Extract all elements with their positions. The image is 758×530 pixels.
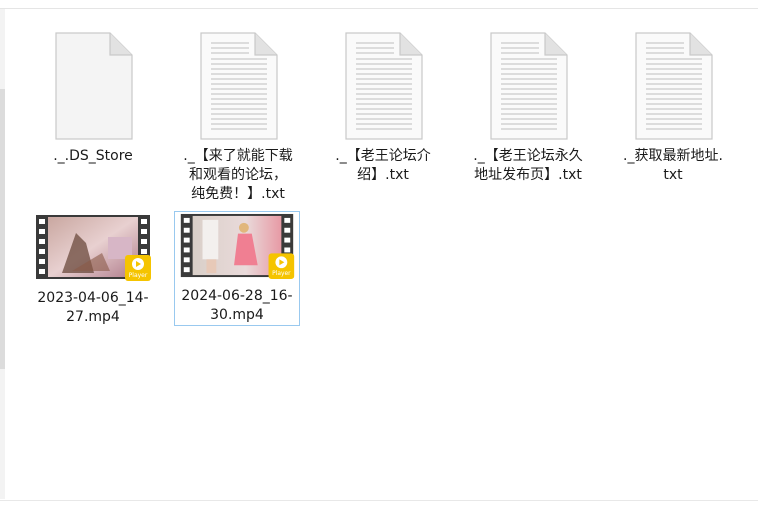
file-name: ._获取最新地址. txt [623,148,723,183]
file-name: 2024-06-28_16- 30.mp4 [181,288,293,323]
video-thumbnail-icon: Player [180,213,295,280]
svg-text:Player: Player [129,272,148,279]
file-item-ds-store[interactable]: ._.DS_Store [30,30,156,167]
text-document-icon [345,32,423,140]
player-badge-icon: Player [125,255,151,281]
file-name: ._【来了就能下载 和观看的论坛， 纯免费！】.txt [183,148,293,202]
blank-document-icon [55,32,133,140]
file-item-video[interactable]: Player 2023-04-06_14- 27.mp4 [30,212,156,328]
text-document-icon [490,32,568,140]
file-grid: ._.DS_Store ._【来了就能下载 和观看的论坛， 纯免费！】.txt [0,0,758,500]
file-item-txt[interactable]: ._【老王论坛介 绍】.txt [320,30,446,186]
text-document-icon [635,32,713,140]
status-bar-edge [0,500,758,530]
file-item-txt[interactable]: ._获取最新地址. txt [610,30,736,186]
video-thumbnail-icon: Player [36,215,151,281]
player-badge-icon: Player [268,253,295,280]
file-item-txt[interactable]: ._【老王论坛永久 地址发布页】.txt [465,30,591,186]
file-name: 2023-04-06_14- 27.mp4 [37,290,149,325]
text-document-icon [200,32,278,140]
svg-text:Player: Player [272,271,291,277]
file-name: ._【老王论坛永久 地址发布页】.txt [473,148,583,183]
file-name: ._【老王论坛介 绍】.txt [335,148,431,183]
file-item-txt[interactable]: ._【来了就能下载 和观看的论坛， 纯免费！】.txt [175,30,301,205]
file-item-video-selected[interactable]: Player 2024-06-28_16- 30.mp4 [174,211,300,326]
file-name: ._.DS_Store [53,148,133,164]
